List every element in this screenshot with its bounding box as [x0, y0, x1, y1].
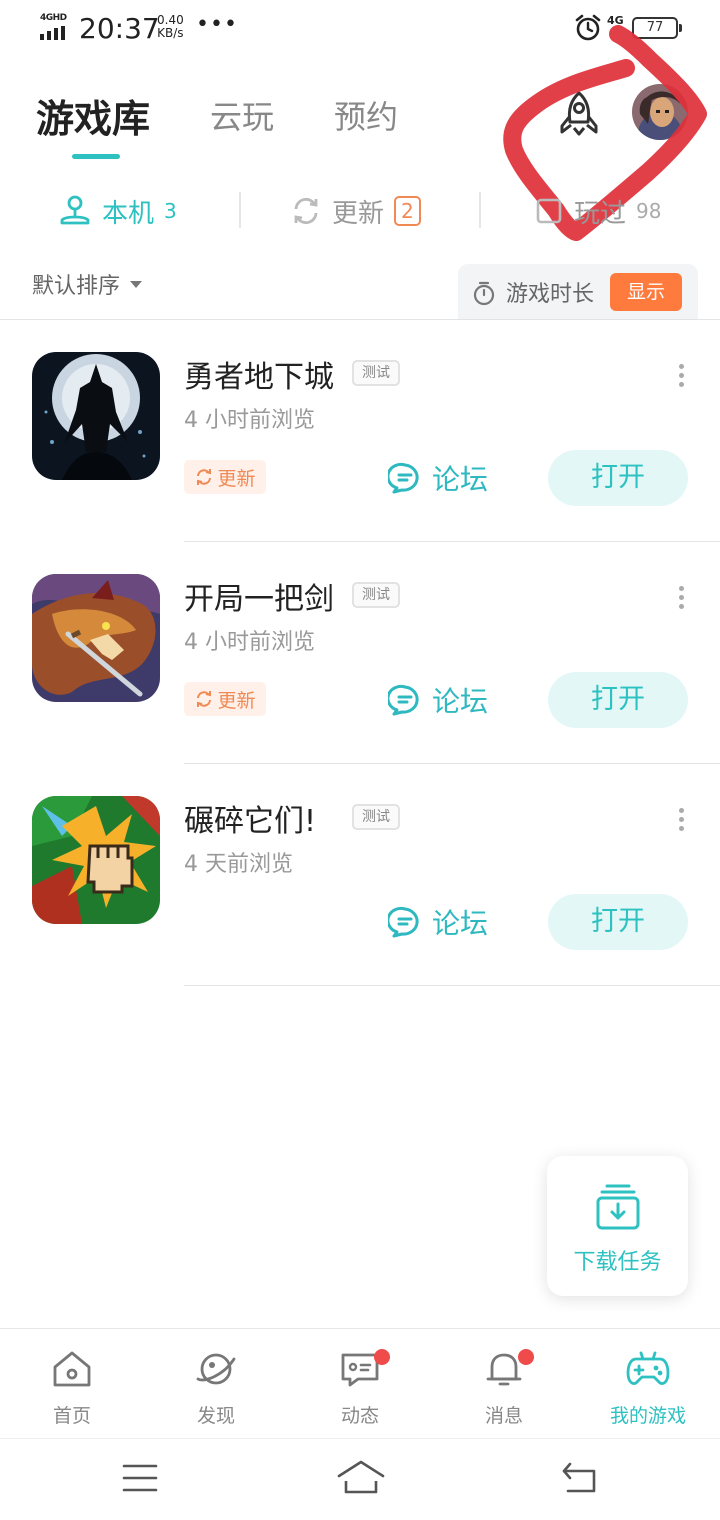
forum-button[interactable]: 论坛 — [388, 678, 488, 722]
refresh-icon — [197, 469, 212, 485]
system-nav-bar — [0, 1438, 720, 1520]
back-icon[interactable] — [560, 1461, 600, 1495]
caret-down-icon — [130, 280, 143, 288]
divider — [479, 192, 481, 228]
more-notifications-icon: ••• — [196, 12, 238, 37]
open-button[interactable]: 打开 — [548, 450, 688, 506]
menu-icon[interactable] — [122, 1463, 158, 1493]
subtab-update[interactable]: 更新 2 — [290, 186, 421, 236]
subtab-played[interactable]: 玩过 98 — [534, 186, 661, 236]
tab-game-library[interactable]: 游戏库 — [36, 88, 150, 143]
game-icon-dungeon[interactable] — [32, 352, 160, 480]
sub-tabs: 本机 3 更新 2 玩过 98 — [0, 186, 720, 236]
tab-cloud-play[interactable]: 云玩 — [210, 92, 274, 138]
battery-icon: 77 — [632, 17, 682, 39]
test-tag: 测试 — [352, 804, 400, 830]
game-title: 开局一把剑 — [184, 582, 334, 617]
bottom-nav: 首页 发现 动态 消息 我的游戏 — [0, 1328, 720, 1438]
forum-button[interactable]: 论坛 — [388, 456, 488, 500]
nav-messages[interactable]: 消息 — [432, 1329, 576, 1439]
chat-bubble-icon — [388, 906, 419, 938]
game-icon-sword[interactable] — [32, 574, 160, 702]
game-item[interactable]: 碾碎它们! 测试 4 天前浏览 论坛 打开 — [0, 764, 720, 986]
more-options-icon[interactable] — [674, 586, 688, 616]
chat-bubble-icon — [388, 684, 419, 716]
alarm-icon — [575, 14, 601, 41]
sort-dropdown[interactable]: 默认排序 — [32, 268, 143, 300]
notification-dot — [518, 1349, 534, 1365]
top-tabs: 游戏库 云玩 预约 — [0, 80, 720, 170]
playtime-toggle: 游戏时长 显示 — [458, 264, 698, 320]
nav-discover[interactable]: 发现 — [144, 1329, 288, 1439]
joystick-icon — [60, 195, 90, 225]
nav-feed[interactable]: 动态 — [288, 1329, 432, 1439]
planet-icon — [196, 1353, 236, 1385]
clock: 20:37 — [79, 12, 160, 45]
notification-dot — [374, 1349, 390, 1365]
update-count-badge: 2 — [394, 196, 421, 226]
home-icon — [53, 1351, 91, 1387]
last-viewed: 4 天前浏览 — [184, 852, 293, 877]
game-item[interactable]: 开局一把剑 测试 4 小时前浏览 更新 论坛 打开 — [0, 542, 720, 764]
open-button[interactable]: 打开 — [548, 672, 688, 728]
nav-my-games[interactable]: 我的游戏 — [576, 1329, 720, 1439]
avatar[interactable] — [632, 84, 688, 140]
stopwatch-icon — [473, 281, 495, 306]
game-item[interactable]: 勇者地下城 测试 4 小时前浏览 更新 论坛 打开 — [0, 320, 720, 542]
test-tag: 测试 — [352, 360, 400, 386]
history-icon — [536, 198, 562, 224]
last-viewed: 4 小时前浏览 — [184, 408, 315, 433]
more-options-icon[interactable] — [674, 808, 688, 838]
signal-icon: 4GHD — [40, 13, 72, 40]
more-options-icon[interactable] — [674, 364, 688, 394]
refresh-icon — [197, 691, 212, 707]
divider — [239, 192, 241, 228]
open-button[interactable]: 打开 — [548, 894, 688, 950]
update-label[interactable]: 更新 — [184, 682, 266, 716]
gamepad-icon — [626, 1351, 670, 1385]
game-title: 勇者地下城 — [184, 360, 334, 395]
show-playtime-button[interactable]: 显示 — [610, 273, 682, 311]
home-icon[interactable] — [336, 1459, 386, 1495]
last-viewed: 4 小时前浏览 — [184, 630, 315, 655]
active-tab-indicator — [72, 154, 120, 159]
net-speed: 0.40 KB/s — [157, 13, 184, 40]
game-title: 碾碎它们! — [184, 804, 317, 839]
subtab-local[interactable]: 本机 3 — [58, 186, 177, 236]
refresh-icon — [294, 197, 318, 225]
forum-button[interactable]: 论坛 — [388, 900, 488, 944]
game-icon-smash[interactable] — [32, 796, 160, 924]
nav-home[interactable]: 首页 — [0, 1329, 144, 1439]
divider — [184, 985, 720, 986]
tab-reservation[interactable]: 预约 — [334, 92, 398, 138]
update-label[interactable]: 更新 — [184, 460, 266, 494]
rocket-icon[interactable] — [552, 88, 606, 142]
chat-bubble-icon — [388, 462, 419, 494]
status-bar: 4GHD 20:37 0.40 KB/s ••• 4G 77 — [0, 0, 720, 56]
test-tag: 测试 — [352, 582, 400, 608]
mobile-data-label: 4G — [607, 14, 624, 27]
download-box-icon — [596, 1184, 640, 1230]
download-tasks-button[interactable]: 下载任务 — [547, 1156, 688, 1296]
